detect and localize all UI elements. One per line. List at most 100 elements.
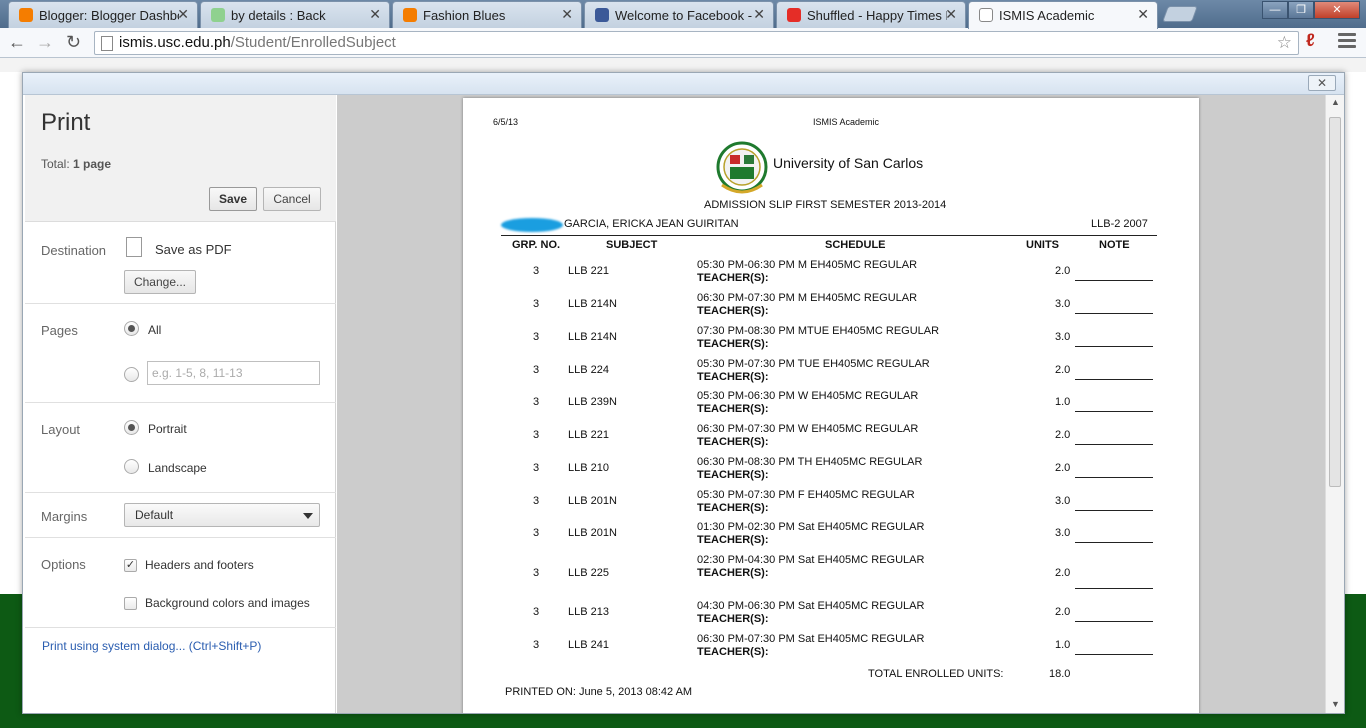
tab-label: by details : Back (231, 8, 326, 23)
tab-close-icon[interactable]: ✕ (369, 6, 381, 23)
address-bar[interactable]: ismis.usc.edu.ph/Student/EnrolledSubject… (94, 31, 1299, 55)
destination-value: Save as PDF (155, 242, 232, 257)
grp-number: 3 (533, 396, 540, 408)
pages-custom-radio[interactable] (124, 367, 139, 382)
tab[interactable]: Welcome to Facebook - Lo ✕ (584, 1, 774, 28)
schedule: 07:30 PM-08:30 PM MTUE EH405MC REGULAR (697, 325, 940, 337)
system-dialog-link[interactable]: Print using system dialog... (Ctrl+Shift… (42, 639, 261, 653)
subject-code: LLB 239N (568, 396, 617, 408)
reload-icon[interactable]: ↻ (66, 32, 81, 53)
redaction-mark (501, 218, 563, 232)
grp-number: 3 (533, 639, 540, 651)
pages-range-input[interactable] (147, 361, 320, 385)
print-title: Print (41, 109, 91, 136)
grp-number: 3 (533, 364, 540, 376)
preview-scrollbar[interactable]: ▲ ▼ (1325, 95, 1344, 713)
subject-code: LLB 213 (568, 606, 609, 618)
menu-icon[interactable] (1338, 33, 1356, 51)
subject-code: LLB 201N (568, 527, 617, 539)
tab-close-icon[interactable]: ✕ (945, 6, 957, 23)
scroll-thumb[interactable] (1329, 117, 1341, 487)
scroll-up-icon[interactable]: ▲ (1331, 97, 1340, 107)
col-units: UNITS (1026, 239, 1059, 251)
header-title: ISMIS Academic (813, 117, 880, 127)
tab-close-icon[interactable]: ✕ (1137, 6, 1149, 23)
new-tab-button[interactable] (1162, 6, 1198, 22)
university-seal-icon (716, 141, 768, 194)
tab[interactable]: Fashion Blues ✕ (392, 1, 582, 28)
units: 3.0 (1055, 331, 1071, 343)
header-divider (501, 235, 1157, 236)
tab-label: Fashion Blues (423, 8, 506, 23)
tab[interactable]: by details : Back ✕ (200, 1, 390, 28)
pdf-file-icon (126, 237, 142, 257)
units: 3.0 (1055, 298, 1071, 310)
note-line (1075, 379, 1153, 380)
col-subject: SUBJECT (606, 239, 658, 251)
schedule: 05:30 PM-07:30 PM F EH405MC REGULAR (697, 489, 915, 501)
teacher-label: TEACHER(S): (697, 371, 769, 383)
tab-close-icon[interactable]: ✕ (561, 6, 573, 23)
print-dialog: ✕ Print Total: 1 page Save Cancel Destin… (22, 72, 1345, 714)
pages-all-radio[interactable] (124, 321, 139, 336)
units: 2.0 (1055, 606, 1071, 618)
maximize-button[interactable]: ❐ (1288, 1, 1314, 19)
headers-footers-checkbox[interactable]: ✓ (124, 559, 137, 572)
youtube-icon (787, 8, 801, 22)
grp-number: 3 (533, 462, 540, 474)
preview-page: 6/5/13 ISMIS Academic University of San … (463, 98, 1199, 713)
schedule: 05:30 PM-07:30 PM TUE EH405MC REGULAR (697, 358, 930, 370)
layout-section: Layout Portrait Landscape (25, 403, 336, 493)
landscape-radio[interactable] (124, 459, 139, 474)
tab[interactable]: ISMIS Academic ✕ (968, 1, 1158, 29)
total-units-label: TOTAL ENROLLED UNITS: (868, 668, 1004, 680)
tab[interactable]: Blogger: Blogger Dashboa ✕ (8, 1, 198, 28)
note-line (1075, 346, 1153, 347)
pages-all-label: All (148, 323, 162, 337)
subject-code: LLB 210 (568, 462, 609, 474)
forward-icon[interactable]: → (36, 32, 54, 53)
subject-code: LLB 241 (568, 639, 609, 651)
extension-icon[interactable]: ℓ (1306, 30, 1315, 51)
background-graphics-label: Background colors and images (145, 596, 310, 610)
units: 3.0 (1055, 495, 1071, 507)
student-course: LLB-2 2007 (1091, 218, 1148, 230)
teacher-label: TEACHER(S): (697, 403, 769, 415)
tab-close-icon[interactable]: ✕ (753, 6, 765, 23)
dialog-close-button[interactable]: ✕ (1308, 75, 1336, 91)
note-line (1075, 477, 1153, 478)
units: 1.0 (1055, 396, 1071, 408)
back-icon[interactable]: ← (8, 32, 26, 53)
window-close-button[interactable]: ✕ (1314, 1, 1360, 19)
print-settings-sidebar: Print Total: 1 page Save Cancel Destinat… (25, 95, 336, 713)
save-button[interactable]: Save (209, 187, 257, 211)
portrait-radio[interactable] (124, 420, 139, 435)
tab-close-icon[interactable]: ✕ (177, 6, 189, 23)
units: 2.0 (1055, 462, 1071, 474)
schedule: 04:30 PM-06:30 PM Sat EH405MC REGULAR (697, 600, 925, 612)
teacher-label: TEACHER(S): (697, 272, 769, 284)
scroll-down-icon[interactable]: ▼ (1331, 699, 1340, 709)
grp-number: 3 (533, 527, 540, 539)
bookmark-star-icon[interactable]: ☆ (1277, 33, 1292, 53)
pages-label: Pages (41, 323, 78, 338)
note-line (1075, 588, 1153, 589)
browser-toolbar: ← → ↻ ismis.usc.edu.ph/Student/EnrolledS… (0, 28, 1366, 58)
units: 2.0 (1055, 429, 1071, 441)
subject-code: LLB 201N (568, 495, 617, 507)
grp-number: 3 (533, 606, 540, 618)
teacher-label: TEACHER(S): (697, 567, 769, 579)
tab[interactable]: Shuffled - Happy Times Fo ✕ (776, 1, 966, 28)
margins-select[interactable]: Default (124, 503, 320, 527)
tab-label: Shuffled - Happy Times Fo (807, 8, 947, 23)
change-destination-button[interactable]: Change... (124, 270, 196, 294)
cancel-button[interactable]: Cancel (263, 187, 321, 211)
minimize-button[interactable]: — (1262, 1, 1288, 19)
background-graphics-checkbox[interactable] (124, 597, 137, 610)
dialog-titlebar: ✕ (23, 73, 1344, 95)
grp-number: 3 (533, 265, 540, 277)
schedule: 06:30 PM-08:30 PM TH EH405MC REGULAR (697, 456, 923, 468)
schedule: 06:30 PM-07:30 PM M EH405MC REGULAR (697, 292, 918, 304)
chevron-down-icon (303, 513, 313, 519)
note-line (1075, 411, 1153, 412)
